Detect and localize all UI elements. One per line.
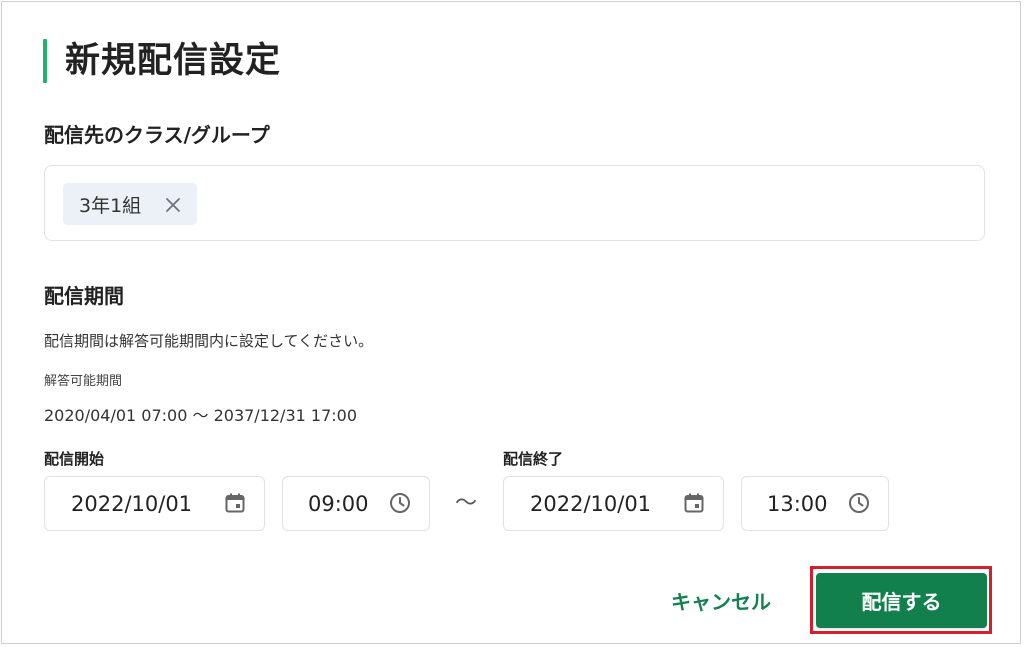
end-date-value: 2022/10/01 — [530, 491, 652, 516]
answer-period-range: 2020/04/01 07:00 〜 2037/12/31 17:00 — [44, 406, 358, 425]
start-label: 配信開始 — [44, 450, 105, 468]
page-title: 新規配信設定 — [65, 41, 282, 81]
start-time-value: 09:00 — [308, 491, 369, 516]
start-date-value: 2022/10/01 — [71, 491, 193, 516]
start-time-input[interactable]: 09:00 — [282, 476, 430, 531]
calendar-icon[interactable] — [224, 492, 246, 514]
end-time-value: 13:00 — [767, 491, 828, 516]
close-icon[interactable] — [165, 196, 181, 212]
period-note: 配信期間は解答可能期間内に設定してください。 — [44, 332, 374, 350]
title-accent-bar — [43, 39, 47, 83]
end-date-input[interactable]: 2022/10/01 — [503, 476, 724, 531]
clock-icon[interactable] — [848, 492, 870, 514]
clock-icon[interactable] — [389, 492, 411, 514]
submit-button[interactable]: 配信する — [816, 573, 987, 628]
start-date-input[interactable]: 2022/10/01 — [44, 476, 265, 531]
cancel-button[interactable]: キャンセル — [658, 577, 784, 623]
end-time-input[interactable]: 13:00 — [741, 476, 889, 531]
settings-panel: 新規配信設定 配信先のクラス/グループ 3年1組 配信期間 配信期間は解答可能期… — [1, 1, 1021, 644]
group-chip: 3年1組 — [63, 183, 198, 225]
period-section-label: 配信期間 — [44, 284, 124, 308]
calendar-icon[interactable] — [683, 492, 705, 514]
target-group-selector[interactable]: 3年1組 — [44, 165, 985, 241]
group-chip-label: 3年1組 — [79, 194, 142, 217]
target-section-label: 配信先のクラス/グループ — [44, 123, 270, 147]
end-label: 配信終了 — [503, 450, 564, 468]
answer-period-label: 解答可能期間 — [44, 374, 123, 389]
range-separator: 〜 — [455, 491, 478, 516]
